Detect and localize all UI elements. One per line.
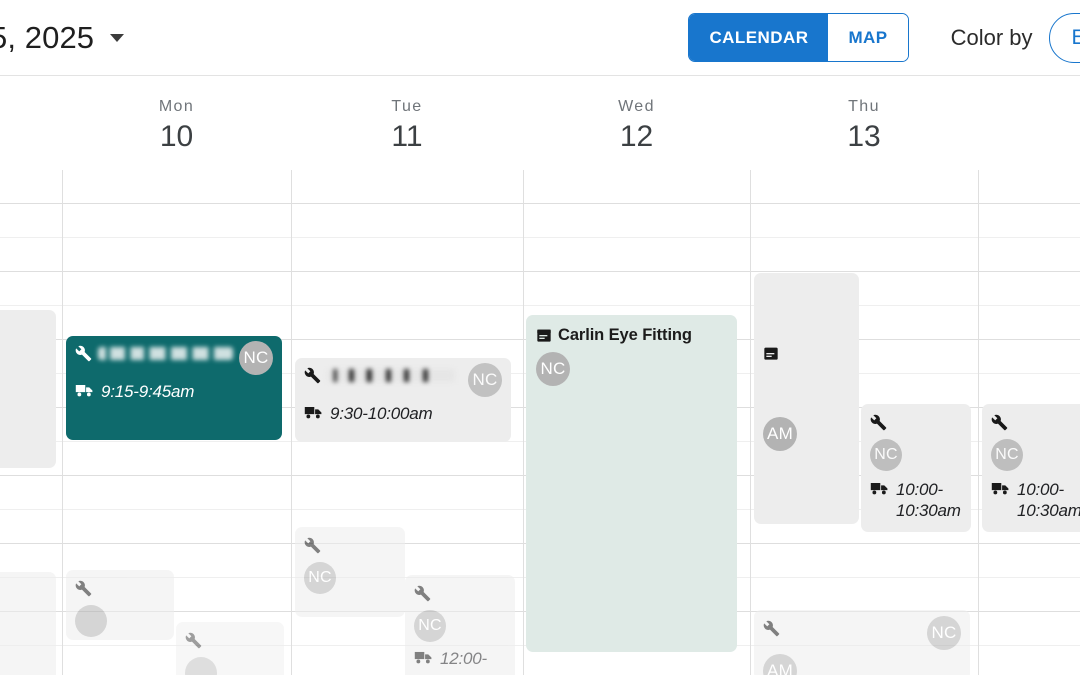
grid-column-divider xyxy=(62,170,63,675)
event-time-label: 9:15-9:45am xyxy=(101,382,195,401)
wrench-icon xyxy=(870,414,962,431)
calendar-event[interactable]: NC AM xyxy=(754,610,970,675)
event-time-row: 9:15-9:45am xyxy=(75,381,273,402)
avatar: NC xyxy=(239,341,273,375)
day-column-header-thu[interactable]: Thu 13 xyxy=(750,76,978,170)
day-number-label: 10 xyxy=(159,120,194,153)
grid-hour-line xyxy=(0,271,1080,272)
calendar-event[interactable]: AM xyxy=(0,572,56,675)
truck-icon xyxy=(991,481,1010,496)
event-time-row: 10:00-10:30am xyxy=(870,479,962,522)
event-title-row: Carlin Eye Fitting xyxy=(536,325,727,346)
toolbar-right-group: CALENDAR MAP Color by Em xyxy=(688,0,1080,75)
day-column-header-mon[interactable]: Mon 10 xyxy=(62,76,291,170)
wrench-icon xyxy=(75,345,92,362)
wrench-icon xyxy=(304,367,321,384)
grid-column-divider xyxy=(750,170,751,675)
day-number-label: 12 xyxy=(619,120,654,153)
page-title: 5, 2025 xyxy=(0,19,95,55)
calendar-event[interactable]: NC 10:00-10:30am xyxy=(982,404,1080,532)
day-header-row: Mon 10 Tue 11 Wed 12 Thu 13 xyxy=(0,76,1080,170)
day-number-label: 13 xyxy=(847,120,881,153)
event-time-label: 9:30-10:00am xyxy=(330,404,433,423)
avatar: NC xyxy=(304,562,336,594)
wrench-icon xyxy=(185,632,275,649)
calendar-event[interactable]: NC 12:00- xyxy=(405,575,515,675)
calendar-event-teal[interactable]: NC 9:15-9:45am xyxy=(66,336,282,440)
calendar-event[interactable]: NC 9:30-10:00am xyxy=(295,358,511,442)
grid-column-divider xyxy=(291,170,292,675)
chevron-down-icon[interactable] xyxy=(110,33,125,42)
calendar-event[interactable]: NC 10:00-10:30am xyxy=(861,404,971,532)
day-column-header-wed[interactable]: Wed 12 xyxy=(523,76,750,170)
calendar-event[interactable]: AM xyxy=(754,273,859,524)
truck-icon xyxy=(304,405,323,420)
event-title-redacted xyxy=(98,347,233,360)
date-selector[interactable]: 5, 2025 xyxy=(0,19,125,56)
avatar xyxy=(185,657,217,675)
event-time-row: 10:00-10:30am xyxy=(991,479,1080,522)
top-toolbar: 5, 2025 CALENDAR MAP Color by Em xyxy=(0,0,1080,76)
tab-map[interactable]: MAP xyxy=(828,14,908,61)
avatar: NC xyxy=(927,616,961,650)
calendar-event[interactable] xyxy=(66,570,174,640)
wrench-icon xyxy=(75,580,165,597)
avatar: NC xyxy=(468,363,502,397)
avatar: NC xyxy=(870,439,902,471)
color-by-select[interactable]: Em xyxy=(1048,12,1080,63)
event-title: Carlin Eye Fitting xyxy=(558,326,692,344)
grid-column-divider xyxy=(523,170,524,675)
day-of-week-label: Thu xyxy=(848,98,880,115)
calendar-icon xyxy=(763,345,850,361)
event-title-row: NC xyxy=(763,616,961,650)
truck-icon xyxy=(414,650,433,665)
tab-calendar[interactable]: CALENDAR xyxy=(689,14,829,61)
day-of-week-label: Mon xyxy=(158,98,195,115)
event-title-redacted xyxy=(327,369,455,382)
grid-half-hour-line xyxy=(0,237,1080,238)
event-time-row: 12:00- xyxy=(414,648,506,669)
calendar-event[interactable] xyxy=(176,622,284,675)
avatar xyxy=(75,605,107,637)
calendar-event[interactable]: AM xyxy=(0,310,56,468)
wrench-icon xyxy=(763,620,780,637)
wrench-icon xyxy=(991,414,1080,431)
event-time-row: 9:30-10:00am xyxy=(304,403,502,424)
calendar-event-carlin-eye-fitting[interactable]: Carlin Eye Fitting NC xyxy=(526,315,737,652)
avatar: AM xyxy=(763,417,797,451)
color-by-label: Color by xyxy=(950,24,1033,50)
truck-icon xyxy=(75,383,94,398)
wrench-icon xyxy=(414,585,506,602)
day-column-header-next-partial[interactable] xyxy=(978,76,1080,170)
event-time-label: 10:00-10:30am xyxy=(1017,480,1080,521)
calendar-event[interactable]: NC xyxy=(295,527,405,617)
event-title-row: NC xyxy=(304,363,502,397)
avatar: NC xyxy=(536,351,570,386)
grid-half-hour-line xyxy=(0,305,1080,306)
event-time-label: 10:00-10:30am xyxy=(896,480,961,521)
avatar: AM xyxy=(763,654,797,675)
calendar-icon xyxy=(536,327,552,343)
grid-hour-line xyxy=(0,203,1080,204)
day-of-week-label: Wed xyxy=(618,98,655,115)
day-column-header-tue[interactable]: Tue 11 xyxy=(291,76,523,170)
view-toggle[interactable]: CALENDAR MAP xyxy=(688,13,909,62)
day-of-week-label: Tue xyxy=(391,98,423,115)
grid-column-divider xyxy=(978,170,979,675)
event-title-row: NC xyxy=(75,341,273,375)
truck-icon xyxy=(870,481,889,496)
wrench-icon xyxy=(304,537,396,554)
color-by-value: Em xyxy=(1071,25,1080,49)
avatar: NC xyxy=(414,610,446,642)
avatar: NC xyxy=(991,439,1023,471)
event-time-label: 12:00- xyxy=(440,649,488,668)
calendar-grid[interactable]: AM AM NC 9:15-9:45am xyxy=(0,170,1080,675)
day-number-label: 11 xyxy=(391,120,423,153)
gutter-spacer xyxy=(0,76,62,170)
